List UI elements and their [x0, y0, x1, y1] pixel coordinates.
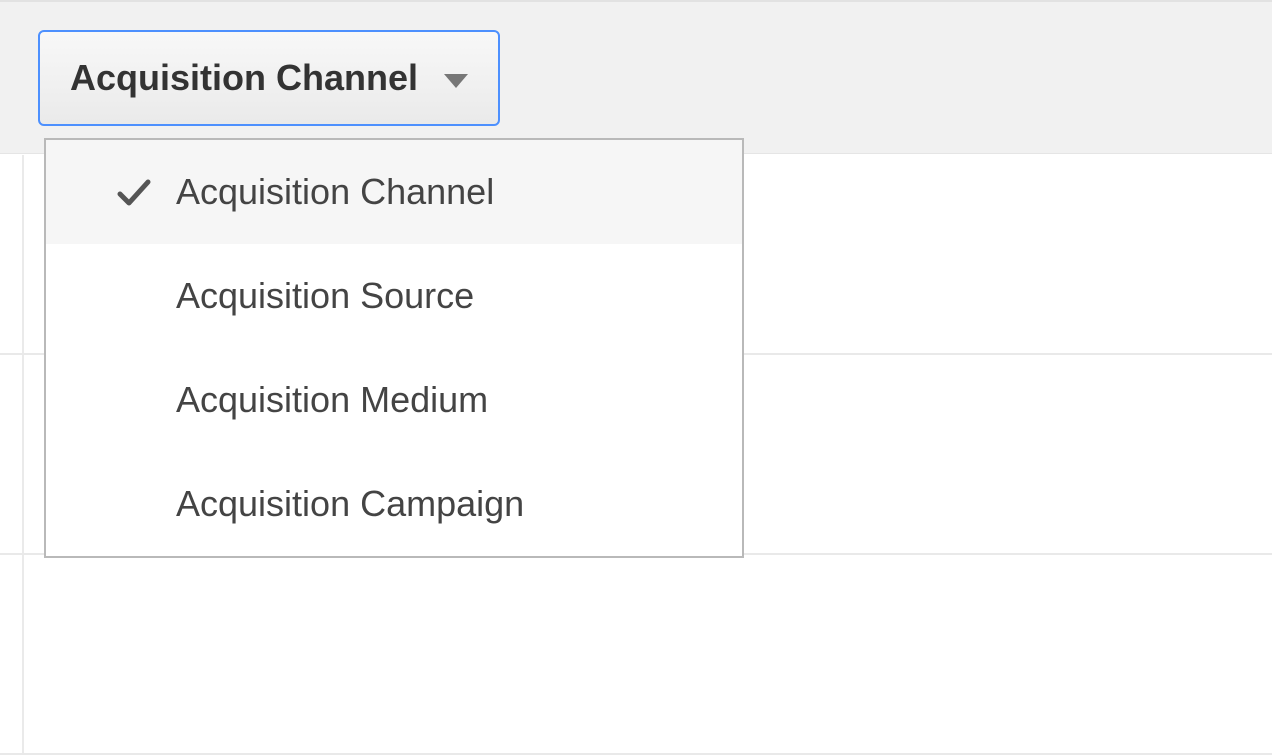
- chevron-down-icon: [444, 74, 468, 88]
- row-stub: [0, 555, 24, 753]
- dropdown-option-acquisition-campaign[interactable]: Acquisition Campaign: [46, 452, 742, 556]
- row-stub: [0, 355, 24, 553]
- row-stub: [0, 155, 24, 353]
- dropdown-option-acquisition-source[interactable]: Acquisition Source: [46, 244, 742, 348]
- toolbar: Acquisition Channel: [0, 0, 1272, 154]
- dropdown-option-label: Acquisition Campaign: [176, 483, 524, 525]
- dropdown-option-label: Acquisition Channel: [176, 171, 494, 213]
- dropdown-option-label: Acquisition Source: [176, 275, 474, 317]
- dimension-dropdown: Acquisition Channel Acquisition Source A…: [44, 138, 744, 558]
- dropdown-option-acquisition-channel[interactable]: Acquisition Channel: [46, 140, 742, 244]
- check-icon: [112, 170, 156, 214]
- dropdown-option-label: Acquisition Medium: [176, 379, 488, 421]
- table-row: [0, 555, 1272, 755]
- dimension-select-label: Acquisition Channel: [70, 57, 418, 99]
- dropdown-option-acquisition-medium[interactable]: Acquisition Medium: [46, 348, 742, 452]
- dimension-select-button[interactable]: Acquisition Channel: [38, 30, 500, 126]
